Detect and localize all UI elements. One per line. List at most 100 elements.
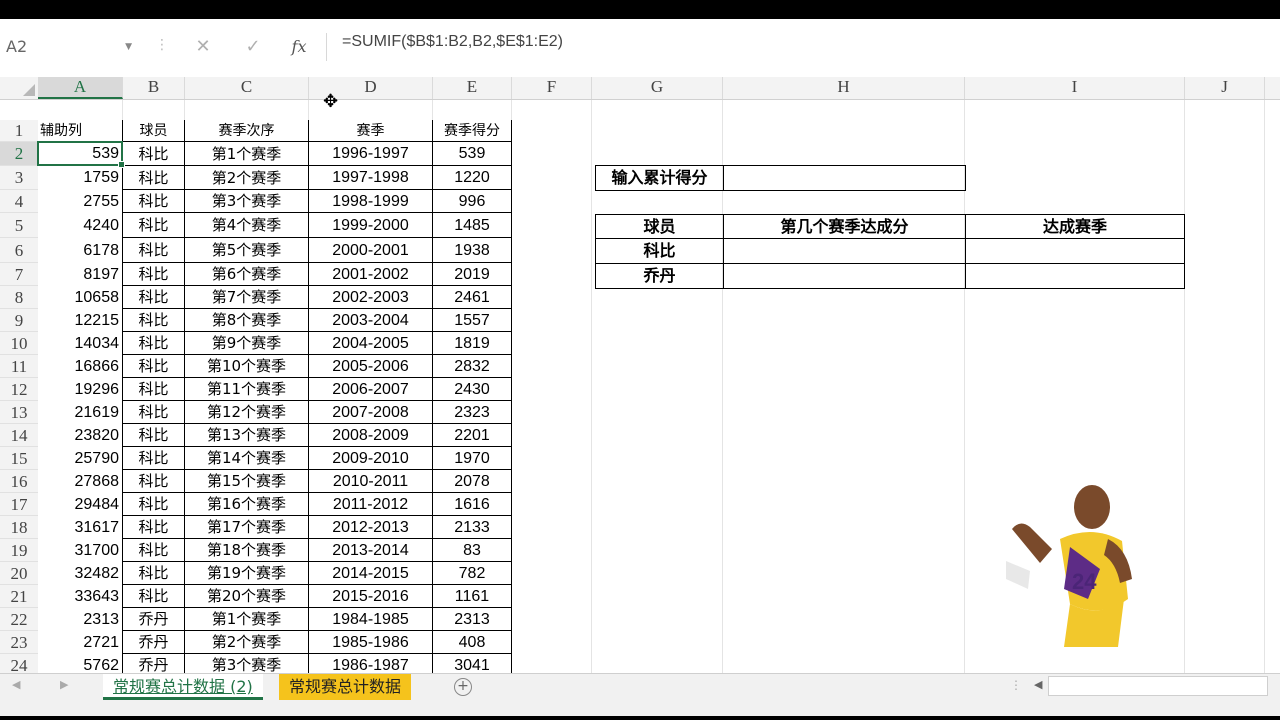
row-header-12[interactable]: 12 bbox=[0, 378, 38, 401]
row-header-4[interactable]: 4 bbox=[0, 190, 38, 213]
row-header-11[interactable]: 11 bbox=[0, 355, 38, 378]
table-cell[interactable]: 科比 bbox=[123, 470, 185, 493]
table-cell[interactable]: 第10个赛季 bbox=[185, 355, 309, 378]
cancel-icon[interactable]: ✕ bbox=[188, 33, 218, 61]
table-cell[interactable]: 科比 bbox=[123, 263, 185, 286]
table-cell[interactable]: 2461 bbox=[433, 286, 512, 309]
row-header-7[interactable]: 7 bbox=[0, 263, 38, 286]
table-cell[interactable]: 科比 bbox=[123, 401, 185, 424]
row-header-2[interactable]: 2 bbox=[0, 142, 38, 166]
table-cell[interactable]: 2005-2006 bbox=[309, 355, 433, 378]
row-header-14[interactable]: 14 bbox=[0, 424, 38, 447]
table-cell[interactable]: 第19个赛季 bbox=[185, 562, 309, 585]
tab-sheet-other[interactable]: 常规赛总计数据 bbox=[279, 674, 412, 700]
row-header-1[interactable]: 1 bbox=[0, 120, 38, 142]
table-cell[interactable]: 32482 bbox=[38, 562, 123, 585]
column-header-e[interactable]: E bbox=[433, 77, 512, 99]
table-cell[interactable]: 2014-2015 bbox=[309, 562, 433, 585]
table-cell[interactable]: 第18个赛季 bbox=[185, 539, 309, 562]
table-cell[interactable]: 第15个赛季 bbox=[185, 470, 309, 493]
table-cell[interactable]: 科比 bbox=[123, 562, 185, 585]
header-cell[interactable]: 辅助列 bbox=[38, 120, 123, 142]
table-cell[interactable]: 2755 bbox=[38, 190, 123, 213]
table-cell[interactable]: 782 bbox=[433, 562, 512, 585]
enter-icon[interactable]: ✓ bbox=[238, 33, 268, 61]
scroll-right-icon[interactable]: ▶ bbox=[60, 678, 68, 691]
name-box[interactable]: A2 ▼ bbox=[6, 33, 136, 61]
table-cell[interactable]: 2313 bbox=[433, 608, 512, 631]
table-cell[interactable]: 1938 bbox=[433, 238, 512, 263]
hscroll-left-icon[interactable]: ◀ bbox=[1034, 678, 1042, 691]
table-cell[interactable]: 2004-2005 bbox=[309, 332, 433, 355]
header-cell[interactable]: 赛季 bbox=[309, 120, 433, 142]
chevron-down-icon[interactable]: ▼ bbox=[125, 33, 132, 61]
table-cell[interactable]: 2013-2014 bbox=[309, 539, 433, 562]
table-cell[interactable]: 2012-2013 bbox=[309, 516, 433, 539]
lookup-result-season[interactable] bbox=[965, 263, 1185, 289]
row-header-6[interactable]: 6 bbox=[0, 238, 38, 263]
table-cell[interactable]: 科比 bbox=[123, 190, 185, 213]
table-cell[interactable]: 1984-1985 bbox=[309, 608, 433, 631]
table-cell[interactable]: 科比 bbox=[123, 332, 185, 355]
table-cell[interactable]: 科比 bbox=[123, 424, 185, 447]
table-cell[interactable]: 27868 bbox=[38, 470, 123, 493]
table-cell[interactable]: 2078 bbox=[433, 470, 512, 493]
table-cell[interactable]: 2133 bbox=[433, 516, 512, 539]
table-cell[interactable]: 科比 bbox=[123, 309, 185, 332]
table-cell[interactable]: 21619 bbox=[38, 401, 123, 424]
table-cell[interactable]: 科比 bbox=[123, 493, 185, 516]
drag-handle-icon[interactable]: ⋮ bbox=[155, 37, 169, 53]
table-cell[interactable]: 2002-2003 bbox=[309, 286, 433, 309]
table-cell[interactable]: 第8个赛季 bbox=[185, 309, 309, 332]
table-cell[interactable]: 2015-2016 bbox=[309, 585, 433, 608]
column-header-j[interactable]: J bbox=[1185, 77, 1265, 99]
add-sheet-icon[interactable]: + bbox=[454, 678, 472, 696]
table-cell[interactable]: 14034 bbox=[38, 332, 123, 355]
row-header-20[interactable]: 20 bbox=[0, 562, 38, 585]
table-cell[interactable]: 10658 bbox=[38, 286, 123, 309]
row-header-22[interactable]: 22 bbox=[0, 608, 38, 631]
table-cell[interactable]: 第16个赛季 bbox=[185, 493, 309, 516]
row-header-16[interactable]: 16 bbox=[0, 470, 38, 493]
table-cell[interactable]: 乔丹 bbox=[123, 608, 185, 631]
table-cell[interactable]: 第9个赛季 bbox=[185, 332, 309, 355]
table-cell[interactable]: 乔丹 bbox=[123, 631, 185, 654]
insert-function-icon[interactable]: fx bbox=[284, 33, 314, 61]
scroll-left-icon[interactable]: ◀ bbox=[12, 678, 20, 691]
table-cell[interactable]: 2003-2004 bbox=[309, 309, 433, 332]
table-cell[interactable]: 33643 bbox=[38, 585, 123, 608]
table-cell[interactable]: 1557 bbox=[433, 309, 512, 332]
table-cell[interactable]: 科比 bbox=[123, 355, 185, 378]
lookup-result-season[interactable] bbox=[965, 238, 1185, 264]
row-header-5[interactable]: 5 bbox=[0, 213, 38, 238]
select-all-button[interactable] bbox=[0, 77, 38, 99]
cumulative-score-input[interactable] bbox=[723, 165, 966, 191]
table-cell[interactable]: 2010-2011 bbox=[309, 470, 433, 493]
table-cell[interactable]: 1759 bbox=[38, 166, 123, 190]
table-cell[interactable]: 2313 bbox=[38, 608, 123, 631]
table-cell[interactable]: 31700 bbox=[38, 539, 123, 562]
row-header-9[interactable]: 9 bbox=[0, 309, 38, 332]
table-cell[interactable]: 科比 bbox=[123, 447, 185, 470]
table-cell[interactable]: 科比 bbox=[123, 378, 185, 401]
table-cell[interactable]: 1999-2000 bbox=[309, 213, 433, 238]
table-cell[interactable]: 第3个赛季 bbox=[185, 190, 309, 213]
table-cell[interactable]: 科比 bbox=[123, 238, 185, 263]
column-header-f[interactable]: F bbox=[512, 77, 592, 99]
table-cell[interactable]: 第2个赛季 bbox=[185, 631, 309, 654]
table-cell[interactable]: 996 bbox=[433, 190, 512, 213]
table-cell[interactable]: 2006-2007 bbox=[309, 378, 433, 401]
table-cell[interactable]: 6178 bbox=[38, 238, 123, 263]
column-header-g[interactable]: G bbox=[592, 77, 723, 99]
table-cell[interactable]: 第7个赛季 bbox=[185, 286, 309, 309]
row-header-19[interactable]: 19 bbox=[0, 539, 38, 562]
table-cell[interactable]: 第17个赛季 bbox=[185, 516, 309, 539]
row-header-21[interactable]: 21 bbox=[0, 585, 38, 608]
table-cell[interactable]: 第4个赛季 bbox=[185, 213, 309, 238]
lookup-result-season-number[interactable] bbox=[723, 238, 966, 264]
table-cell[interactable]: 1998-1999 bbox=[309, 190, 433, 213]
table-cell[interactable]: 科比 bbox=[123, 213, 185, 238]
table-cell[interactable]: 科比 bbox=[123, 142, 185, 166]
table-cell[interactable]: 8197 bbox=[38, 263, 123, 286]
column-header-b[interactable]: B bbox=[123, 77, 185, 99]
